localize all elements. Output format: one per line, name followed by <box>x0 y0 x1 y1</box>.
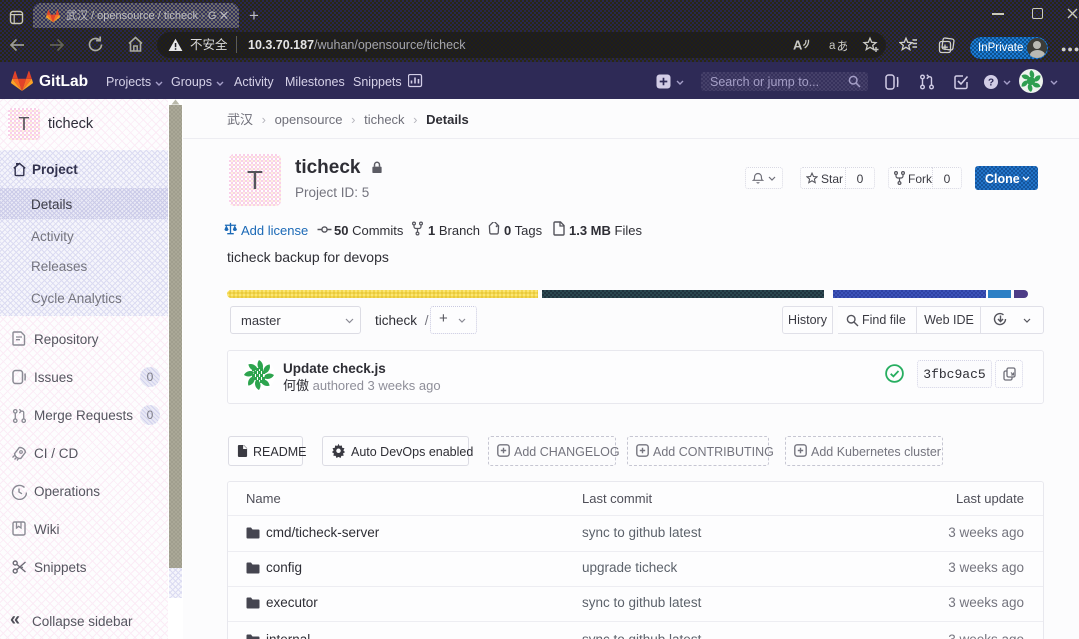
svg-text:a: a <box>829 40 836 52</box>
svg-text:あ: あ <box>837 40 848 53</box>
svg-text:?: ? <box>988 78 994 89</box>
svg-text:A: A <box>793 38 803 53</box>
